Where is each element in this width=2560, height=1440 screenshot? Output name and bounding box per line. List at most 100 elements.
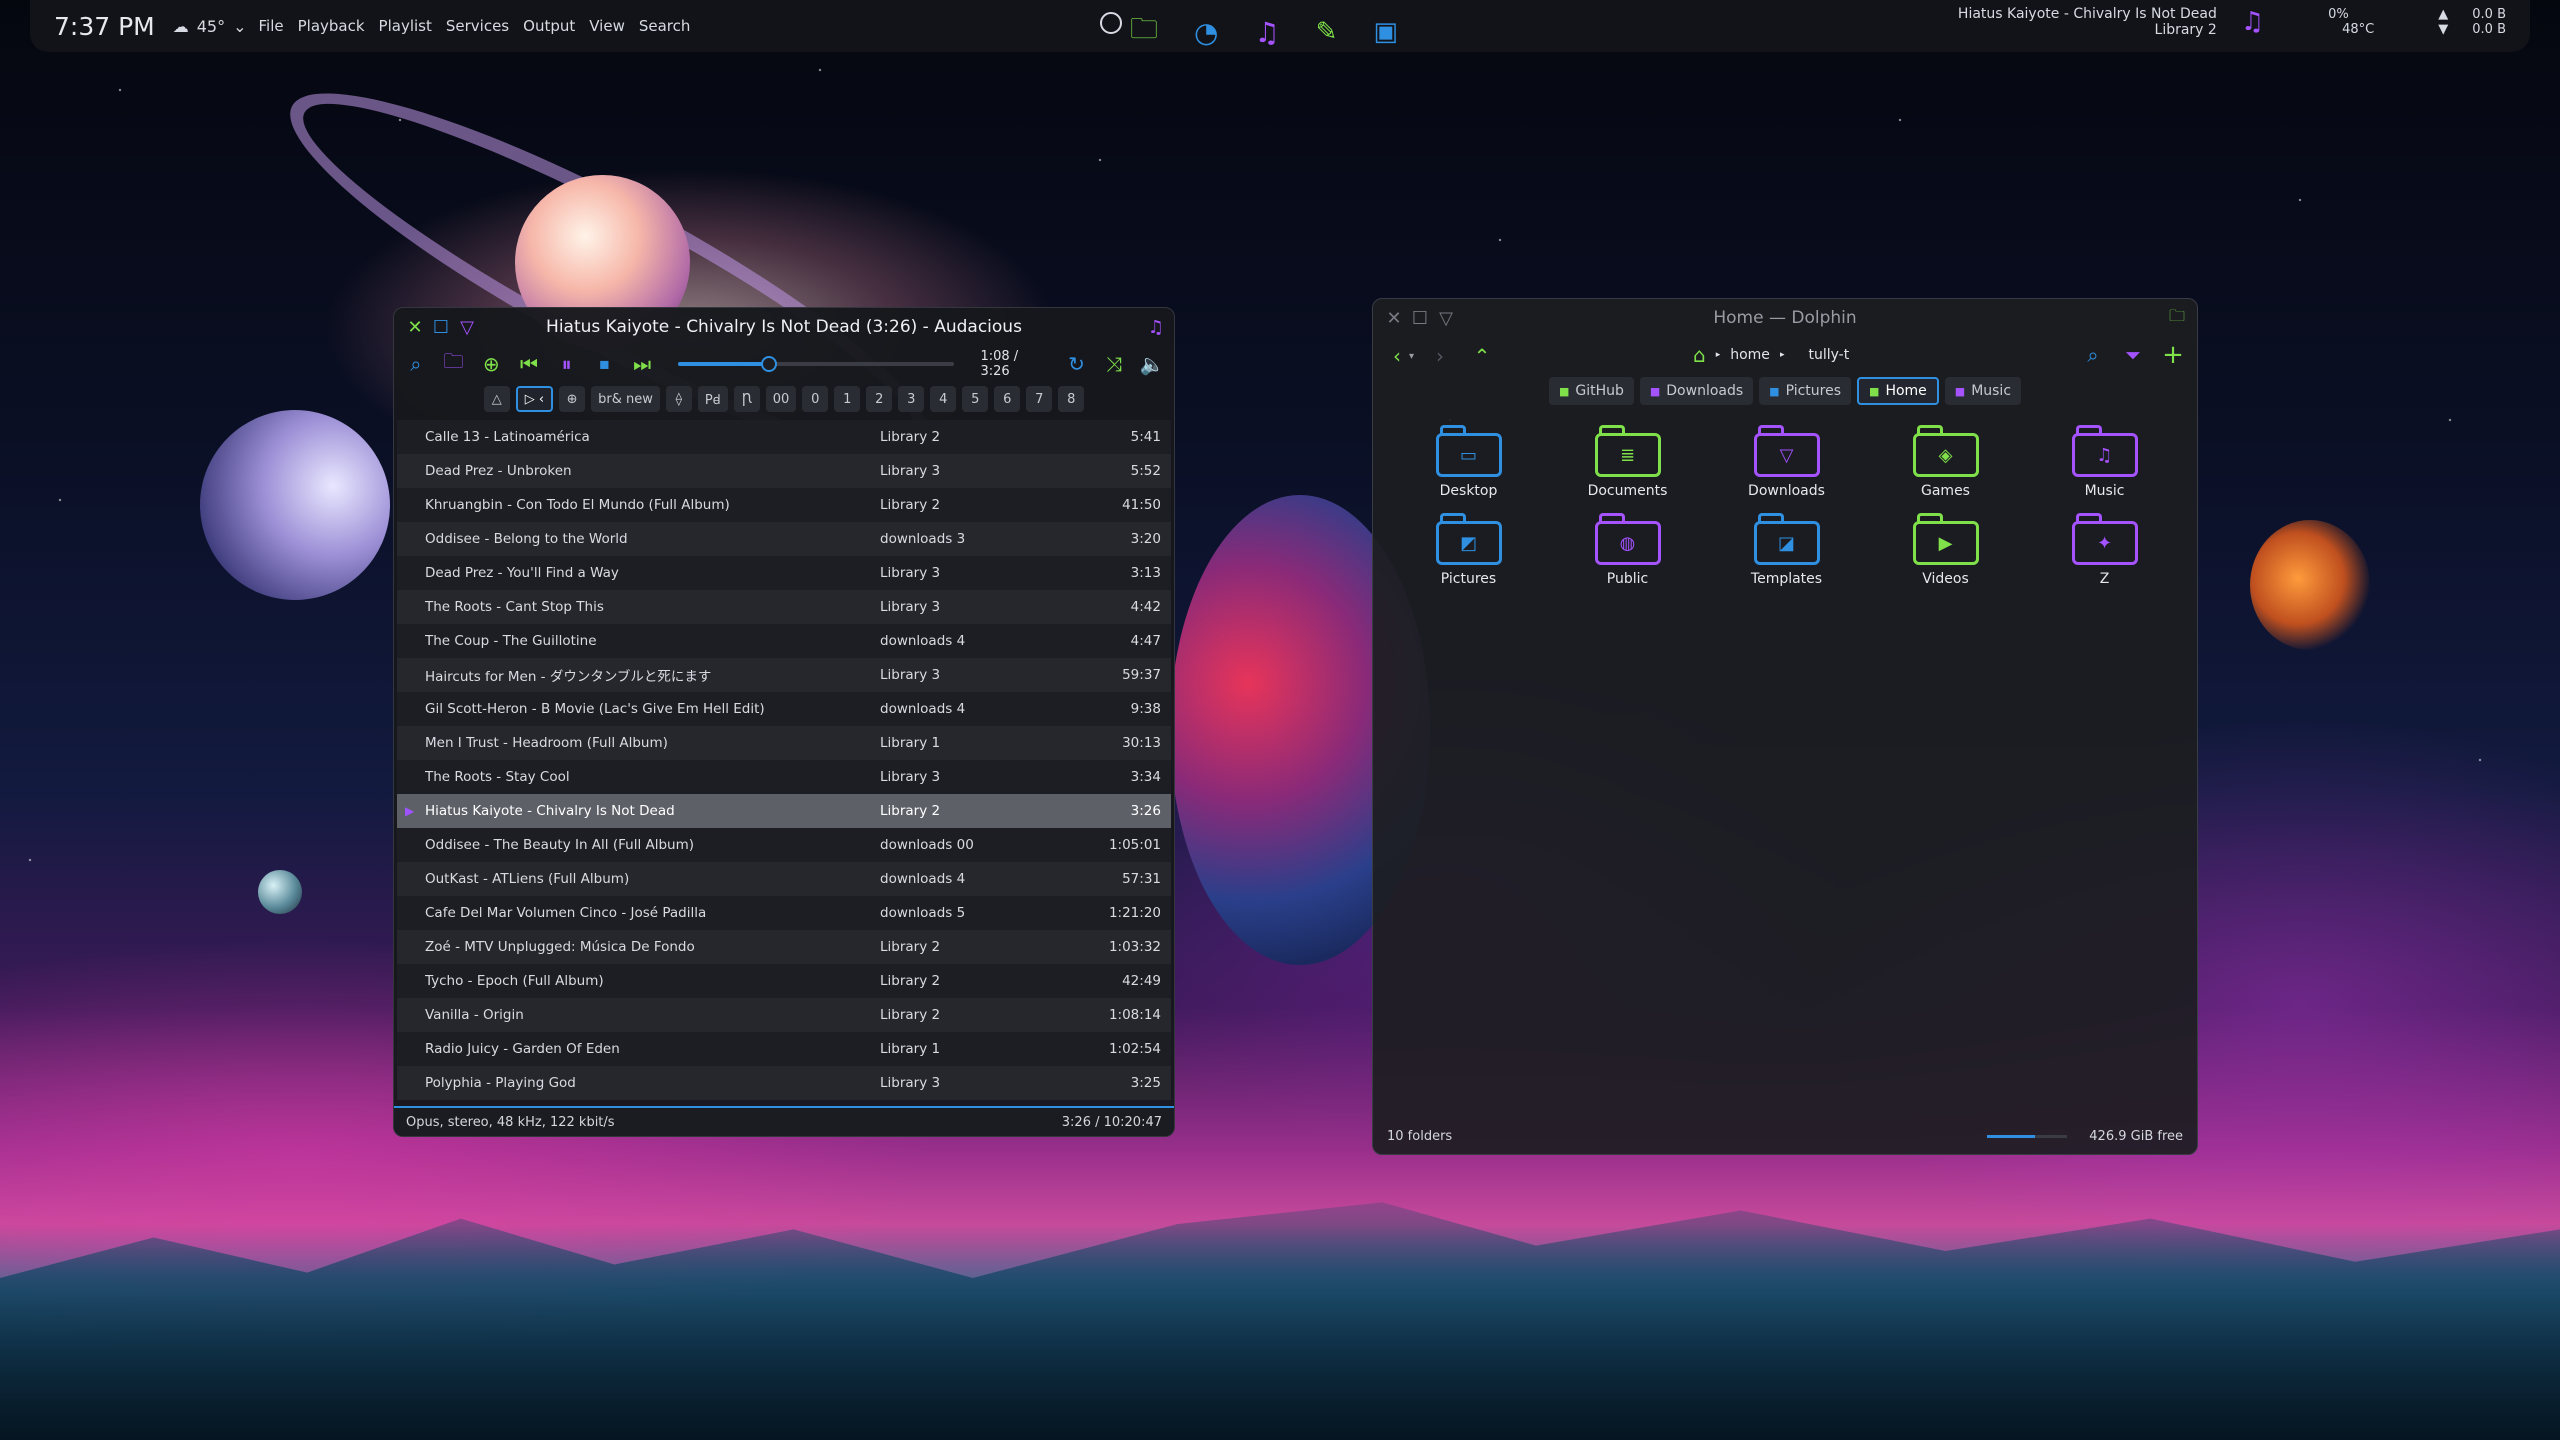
playlist-tab[interactable]: 2	[866, 386, 893, 412]
menu-file[interactable]: File	[259, 17, 284, 35]
table-row[interactable]: Oddisee - Belong to the World downloads 3…	[397, 522, 1171, 556]
table-row[interactable]: Khruangbin - Con Todo El Mundo (Full Alb…	[397, 488, 1171, 522]
table-row[interactable]: Dead Prez - You'll Find a Way Library 3 3:…	[397, 556, 1171, 590]
playlist-tab[interactable]: 1	[834, 386, 861, 412]
volume-icon[interactable]: 🔈	[1140, 352, 1165, 376]
network-monitor[interactable]: ▲ ▼ 0.0 B 0.0 B	[2438, 7, 2506, 37]
breadcrumb-home[interactable]: home	[1730, 347, 1770, 363]
menu-playback[interactable]: Playback	[298, 17, 365, 35]
table-row[interactable]: Cafe Del Mar Volumen Cinco - José Padill…	[397, 896, 1171, 930]
stop-icon[interactable]: ⏹	[593, 352, 617, 376]
seek-handle[interactable]	[761, 356, 778, 372]
menu-view[interactable]: View	[589, 17, 625, 35]
playlist-tab[interactable]: 3	[898, 386, 925, 412]
seek-slider[interactable]	[677, 356, 955, 372]
repeat-icon[interactable]: ↻	[1065, 352, 1089, 376]
table-row[interactable]: Men I Trust - Headroom (Full Album) Libra…	[397, 726, 1171, 760]
playlist-tab[interactable]: ⟠	[665, 386, 692, 412]
chevron-down-icon[interactable]: ⌄	[233, 17, 246, 36]
up-icon[interactable]: ⌃	[1470, 344, 1494, 368]
menu-services[interactable]: Services	[446, 17, 509, 35]
browser-task-icon[interactable]: ◔	[1194, 16, 1218, 49]
table-row[interactable]: Zoé - MTV Unplugged: Música De Fondo Libr…	[397, 930, 1171, 964]
system-monitor[interactable]: 0% 48°C	[2328, 7, 2374, 37]
folder-public[interactable]: ◍ Public	[1548, 513, 1707, 587]
media-indicator-icon[interactable]	[1100, 12, 1122, 34]
playlist-tab[interactable]: 00	[765, 386, 797, 412]
folder-downloads[interactable]: ▽ Downloads	[1707, 425, 1866, 499]
table-row[interactable]: Haircuts for Men - ダウンタンブルと死にます Library 3…	[397, 658, 1171, 692]
menu-search[interactable]: Search	[639, 17, 691, 35]
audacious-titlebar[interactable]: ✕ ☐ ▽ Hiatus Kaiyote - Chivalry Is Not D…	[394, 308, 1174, 346]
next-icon[interactable]: ⏭	[630, 352, 654, 376]
table-row[interactable]: Radio Juicy - Garden Of Eden Library 1 1:0…	[397, 1032, 1171, 1066]
playlist-tab[interactable]: 6	[994, 386, 1021, 412]
table-row[interactable]: Dead Prez - Unbroken Library 3 5:52	[397, 454, 1171, 488]
plus-icon[interactable]: +	[2161, 340, 2185, 370]
playlist-tab[interactable]: Ꞃ	[733, 386, 760, 412]
folder-music[interactable]: ♫ Music	[2025, 425, 2184, 499]
chevron-down-icon[interactable]: ▾	[1409, 351, 1414, 362]
breadcrumb-user[interactable]: tully-t	[1808, 347, 1849, 363]
clock[interactable]: 7:37 PM	[54, 12, 155, 41]
folder-games[interactable]: ◈ Games	[1866, 425, 2025, 499]
table-row[interactable]: OutKast - ATLiens (Full Album) downloads …	[397, 862, 1171, 896]
search-icon[interactable]: ⌕	[2081, 343, 2105, 367]
table-row[interactable]: The Roots - Cant Stop This Library 3 4:42	[397, 590, 1171, 624]
dolphin-titlebar[interactable]: ✕ ☐ ▽ Home — Dolphin 🗀	[1373, 299, 2197, 337]
notes-task-icon[interactable]: ✎	[1316, 17, 1338, 47]
folder-z[interactable]: ✦ Z	[2025, 513, 2184, 587]
playlist-tab[interactable]: 0	[802, 386, 829, 412]
playlist-tab[interactable]: 7	[1026, 386, 1053, 412]
audacious-task-icon[interactable]: ♫	[1254, 16, 1279, 49]
playlist-tab[interactable]: △	[483, 386, 510, 412]
close-icon[interactable]: ✕	[404, 316, 426, 338]
menu-output[interactable]: Output	[523, 17, 575, 35]
folder-templates[interactable]: ◪ Templates	[1707, 513, 1866, 587]
table-row[interactable]: The Roots - Stay Cool Library 3 3:34	[397, 760, 1171, 794]
playlist-tab[interactable]: 8	[1058, 386, 1085, 412]
playlist-tab[interactable]: 5	[962, 386, 989, 412]
playlist-tab[interactable]: 4	[930, 386, 957, 412]
table-row[interactable]: ▶ Hiatus Kaiyote - Chivalry Is Not Dead Li…	[397, 794, 1171, 828]
table-row[interactable]: Gil Scott-Heron - B Movie (Lac's Give Em…	[397, 692, 1171, 726]
maximize-icon[interactable]: ☐	[1409, 307, 1431, 329]
table-row[interactable]: The Coup - The Guillotine downloads 4 4:47	[397, 624, 1171, 658]
table-row[interactable]: Tycho - Epoch (Full Album) Library 2 42:49	[397, 964, 1171, 998]
terminal-task-icon[interactable]: ▣	[1373, 17, 1398, 47]
table-row[interactable]: Vanilla - Origin Library 2 1:08:14	[397, 998, 1171, 1032]
menu-playlist[interactable]: Playlist	[379, 17, 432, 35]
table-row[interactable]: Polyphia - Playing God Library 3 3:25	[397, 1066, 1171, 1100]
place-github[interactable]: ■ GitHub	[1548, 377, 1634, 405]
place-music[interactable]: ■ Music	[1944, 377, 2022, 405]
pause-icon[interactable]: ⏸	[555, 352, 579, 376]
previous-icon[interactable]: ⏮	[517, 352, 541, 376]
shuffle-icon[interactable]: ⤨	[1102, 352, 1126, 376]
folder-pictures[interactable]: ◩ Pictures	[1389, 513, 1548, 587]
playlist-tab[interactable]: ⊕	[559, 386, 586, 412]
close-icon[interactable]: ✕	[1383, 307, 1405, 329]
now-playing-widget[interactable]: Hiatus Kaiyote - Chivalry Is Not Dead Li…	[1958, 6, 2217, 38]
maximize-icon[interactable]: ☐	[430, 316, 452, 338]
playlist-tab[interactable]: ▷ ‹	[515, 386, 554, 412]
folder-videos[interactable]: ▶ Videos	[1866, 513, 2025, 587]
weather-widget[interactable]: ☁ 45° ⌄	[173, 17, 247, 36]
folder-documents[interactable]: ≣ Documents	[1548, 425, 1707, 499]
table-row[interactable]: Calle 13 - Latinoamérica Library 2 5:41	[397, 420, 1171, 454]
place-home[interactable]: ■ Home	[1857, 377, 1939, 405]
music-note-icon[interactable]: ♫	[2241, 7, 2264, 37]
playlist-tab[interactable]: br& new	[591, 386, 660, 412]
table-row[interactable]: Oddisee - The Beauty In All (Full Album)…	[397, 828, 1171, 862]
filter-icon[interactable]: ⏷	[2121, 343, 2145, 367]
forward-icon[interactable]: ›	[1428, 344, 1452, 368]
playlist-tab[interactable]: Pꟈ	[697, 386, 728, 412]
open-folder-icon[interactable]: 🗀	[442, 349, 466, 376]
folder-desktop[interactable]: ▭ Desktop	[1389, 425, 1548, 499]
search-icon[interactable]: ⌕	[404, 352, 428, 376]
back-icon[interactable]: ‹	[1385, 344, 1409, 368]
add-icon[interactable]: ⊕	[479, 352, 503, 376]
minimize-icon[interactable]: ▽	[456, 316, 478, 338]
place-pictures[interactable]: ■ Pictures	[1759, 377, 1852, 405]
place-downloads[interactable]: ■ Downloads	[1639, 377, 1754, 405]
minimize-icon[interactable]: ▽	[1435, 307, 1457, 329]
